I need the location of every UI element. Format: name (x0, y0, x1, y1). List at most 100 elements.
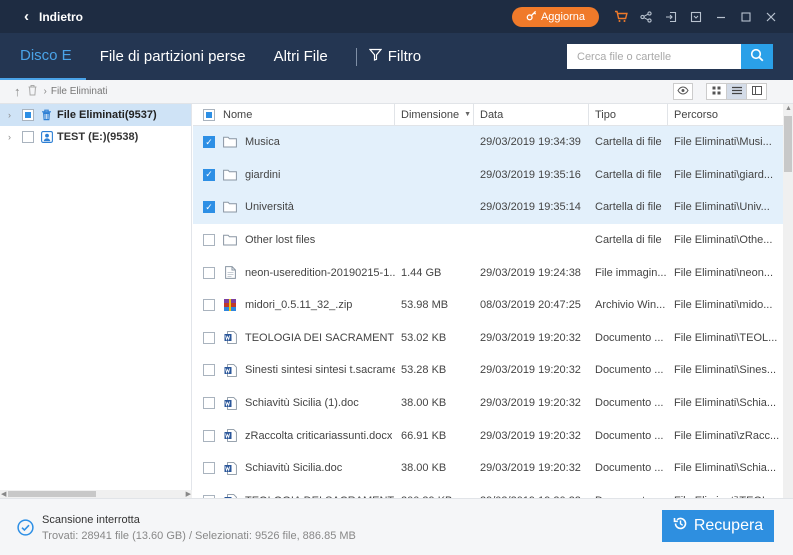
file-name: Schiavitù Sicilia.doc (245, 462, 343, 475)
list-view-button[interactable] (726, 83, 747, 100)
column-header-path[interactable]: Percorso (668, 104, 783, 126)
app-window: ‹ Indietro Aggiorna Disco E File di part… (0, 0, 793, 555)
file-type-cell: File immagin... (589, 256, 668, 289)
file-checkbox[interactable] (203, 234, 215, 247)
column-header-date[interactable]: Data (474, 104, 589, 126)
scrollbar-thumb[interactable] (784, 116, 792, 172)
file-row[interactable]: TEOLOGIA DEI SACRAMENTI -... 53.02 KB 29/0… (193, 322, 783, 355)
file-list-header: Nome Dimensione ▼ Data Tipo Percorso (193, 104, 783, 126)
maximize-icon[interactable] (737, 8, 754, 25)
file-type-cell: Documento ... (589, 452, 668, 485)
file-date-cell (474, 224, 589, 257)
sidebar-horizontal-scrollbar[interactable]: ◀ ▶ (0, 490, 192, 498)
cart-icon[interactable] (612, 8, 629, 25)
file-row[interactable]: ✓ Università 29/03/2019 19:35:14 Cartella d… (193, 191, 783, 224)
tab-lost-partitions[interactable]: File di partizioni perse (86, 33, 260, 80)
file-type-cell: Archivio Win... (589, 289, 668, 322)
tree-checkbox[interactable] (22, 131, 34, 143)
menu-icon[interactable] (687, 8, 704, 25)
tree-item-deleted-files[interactable]: › File Eliminati(9537) (0, 104, 191, 126)
file-icon (223, 266, 237, 280)
file-list-vertical-scrollbar[interactable]: ▲ (783, 104, 793, 498)
breadcrumb[interactable]: File Eliminati (51, 86, 108, 97)
key-icon (526, 10, 537, 24)
file-date: 29/03/2019 19:20:32 (480, 397, 581, 410)
file-checkbox[interactable] (203, 266, 215, 279)
search-button[interactable] (741, 44, 773, 69)
recover-label: Recupera (693, 517, 764, 534)
column-header-type[interactable]: Tipo (589, 104, 668, 126)
search-input[interactable] (567, 44, 741, 69)
file-type: Documento ... (595, 462, 664, 475)
file-checkbox[interactable] (203, 462, 215, 475)
expand-arrow-icon[interactable]: › (8, 132, 18, 142)
column-header-name[interactable]: Nome (193, 104, 395, 126)
minimize-icon[interactable] (712, 8, 729, 25)
file-checkbox[interactable] (203, 364, 215, 377)
detail-view-icon (751, 85, 762, 98)
file-checkbox[interactable] (203, 429, 215, 442)
column-header-size[interactable]: Dimensione ▼ (395, 104, 474, 126)
up-arrow-icon[interactable]: ↑ (14, 84, 21, 99)
expand-arrow-icon[interactable]: › (8, 110, 18, 120)
scan-status: Scansione interrotta (42, 514, 140, 526)
file-row[interactable]: ✓ Musica 29/03/2019 19:34:39 Cartella di fi… (193, 126, 783, 159)
file-row[interactable]: Schiavitù Sicilia.doc 38.00 KB 29/03/2019 … (193, 452, 783, 485)
file-name: midori_0.5.11_32_.zip (245, 299, 353, 312)
filter-button[interactable]: Filtro (363, 48, 427, 65)
tree-checkbox[interactable] (22, 109, 34, 121)
share-icon[interactable] (637, 8, 654, 25)
file-date-cell: 29/03/2019 19:35:14 (474, 191, 589, 224)
file-name-cell: TEOLOGIA DEI SACRAMENTI -... (193, 322, 395, 355)
file-checkbox[interactable] (203, 397, 215, 410)
tree-item-drive-test[interactable]: › TEST (E:)(9538) (0, 126, 191, 148)
login-icon[interactable] (662, 8, 679, 25)
drive-user-icon (40, 131, 53, 144)
file-name-cell: ✓ giardini (193, 159, 395, 192)
tab-other-files[interactable]: Altri File (260, 33, 342, 80)
file-type: Documento ... (595, 331, 664, 344)
preview-toggle-button[interactable] (673, 83, 693, 100)
file-row[interactable]: Other lost files Cartella di file File Eli… (193, 224, 783, 257)
file-row[interactable]: ✓ giardini 29/03/2019 19:35:16 Cartella di … (193, 158, 783, 192)
file-checkbox[interactable]: ✓ (203, 136, 215, 149)
file-row[interactable]: zRaccolta criticariassunti.docx 66.91 KB 2… (193, 419, 783, 452)
scrollbar-thumb[interactable] (8, 491, 96, 497)
file-name: TEOLOGIA DEI SACRAMENTI -... (245, 331, 395, 344)
file-date-cell: 29/03/2019 19:20:32 (474, 419, 589, 452)
file-date: 29/03/2019 19:20:32 (480, 462, 581, 475)
select-all-checkbox[interactable] (203, 108, 215, 121)
scroll-right-arrow-icon[interactable]: ▶ (186, 490, 191, 498)
grid-icon (712, 86, 721, 98)
file-date: 29/03/2019 19:35:16 (480, 168, 581, 181)
file-row[interactable]: midori_0.5.11_32_.zip 53.98 MB 08/03/2019 … (193, 289, 783, 322)
file-row[interactable]: Sinesti sintesi sintesi t.sacrame... 53.2… (193, 354, 783, 387)
file-checkbox[interactable] (203, 299, 215, 312)
file-name: Musica (245, 136, 280, 149)
scroll-up-arrow-icon[interactable]: ▲ (785, 105, 792, 112)
file-size-cell: 38.00 KB (395, 387, 474, 420)
file-name-cell: neon-useredition-20190215-1... (193, 256, 395, 289)
close-icon[interactable] (762, 8, 779, 25)
file-row[interactable]: Schiavitù Sicilia (1).doc 38.00 KB 29/03/2… (193, 387, 783, 420)
back-button[interactable]: ‹ Indietro (24, 9, 83, 24)
scroll-left-arrow-icon[interactable]: ◀ (1, 490, 6, 498)
file-row[interactable]: neon-useredition-20190215-1... 1.44 GB 29/… (193, 256, 783, 289)
column-label: Percorso (674, 108, 719, 121)
detail-view-button[interactable] (746, 83, 767, 100)
recover-button[interactable]: Recupera (662, 510, 774, 542)
archive-icon (223, 299, 237, 312)
file-date-cell: 29/03/2019 19:20:32 (474, 322, 589, 355)
file-checkbox[interactable]: ✓ (203, 201, 215, 214)
grid-view-button[interactable] (706, 83, 727, 100)
file-row[interactable]: TEOLOGIA DEI SACRAMENTI -...200.39 KB29/… (193, 485, 783, 498)
file-checkbox[interactable]: ✓ (203, 168, 215, 181)
file-path-cell: File Eliminati\Schia... (668, 452, 783, 485)
file-path-cell: File Eliminati\Othe... (668, 224, 783, 257)
file-size-cell: 53.98 MB (395, 289, 474, 322)
file-checkbox[interactable] (203, 331, 215, 344)
file-size-cell: 53.28 KB (395, 354, 474, 387)
tab-disco-e[interactable]: Disco E (0, 33, 86, 80)
file-size-cell: 200.39 KB (395, 485, 474, 498)
upgrade-button[interactable]: Aggiorna (512, 7, 599, 27)
